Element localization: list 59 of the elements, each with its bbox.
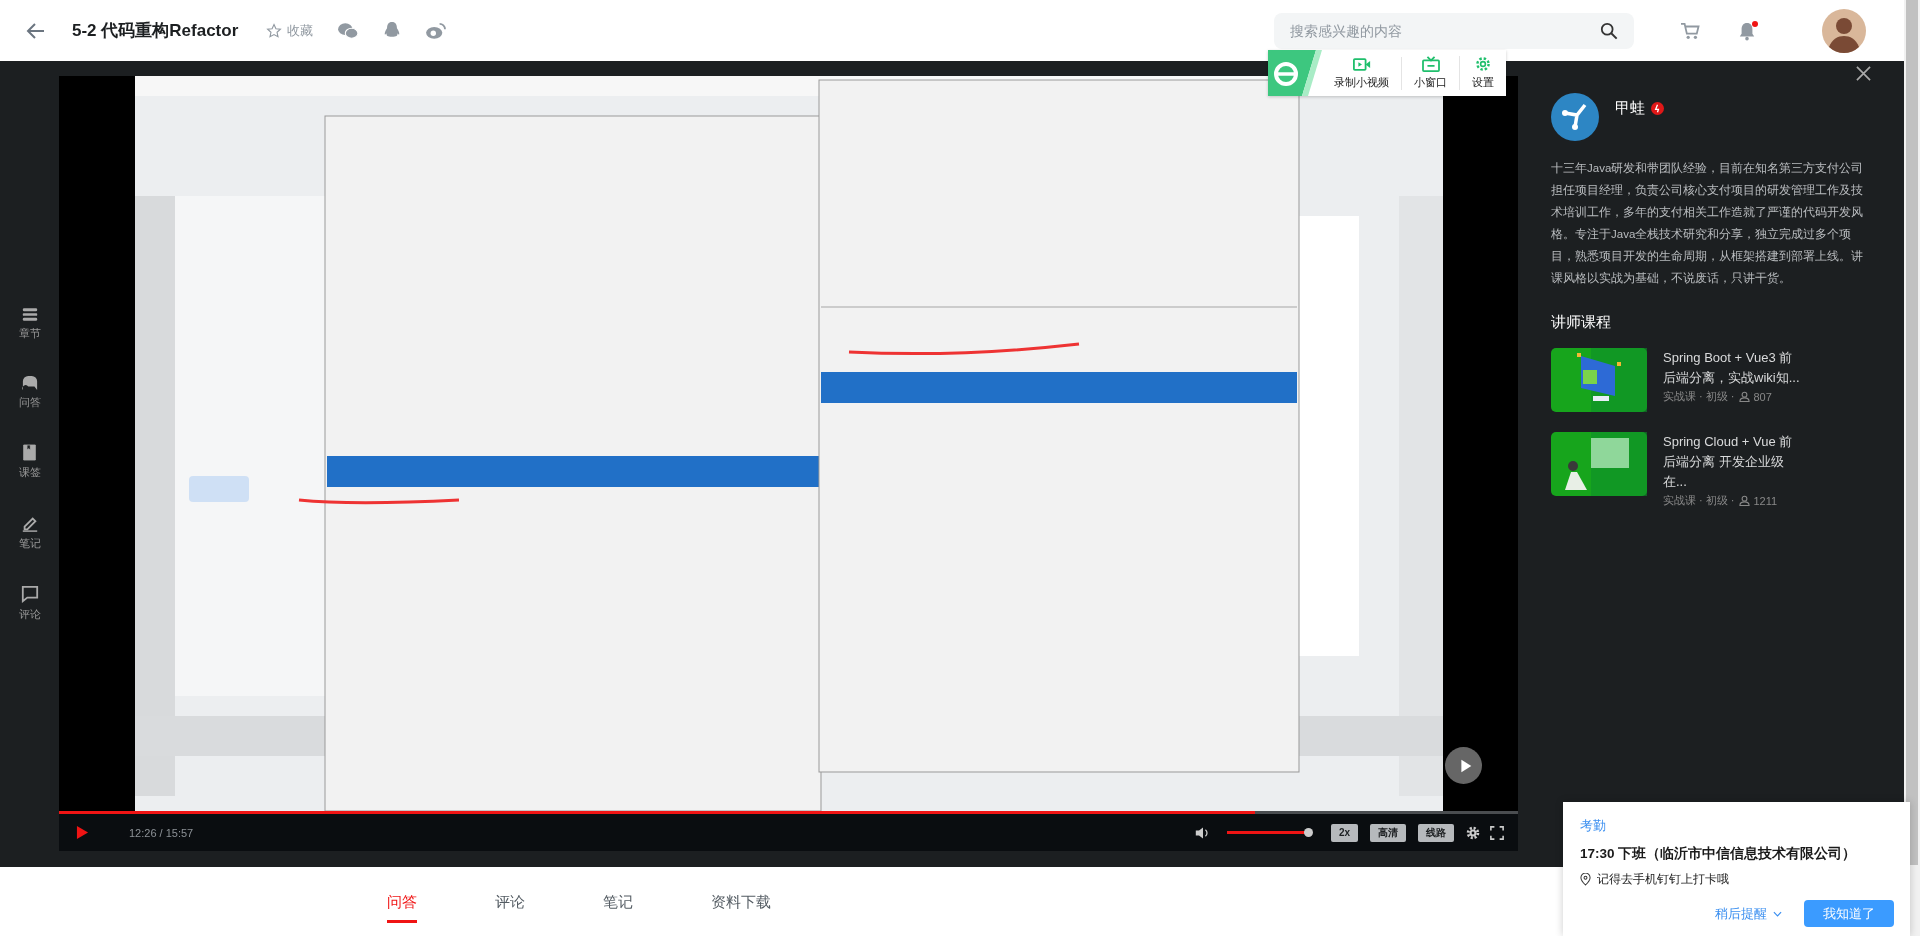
course-title[interactable]: Spring Cloud + Vue 前后端分离 开发企业级在... <box>1663 432 1803 492</box>
tv-icon <box>1421 56 1440 72</box>
teacher-bio: 十三年Java研发和带团队经验，目前在知名第三方支付公司担任项目经理，负责公司核心支付项目的研发管理工作及技术培训工作，多年的支付相关工作造就了严谨的代码开发风格。专注于Java全栈技术研究和分享，独立完成过多个项目，熟悉项目开发的生命周期，从框架搭建到部署上线。讲课风格以实战为基础，不说废话，只讲干货。 <box>1551 161 1865 286</box>
notification-title: 17:30 下班（临沂市中信信息技术有限公司） <box>1580 845 1858 863</box>
toolbar-button[interactable]: 小窗口 <box>1402 56 1460 90</box>
back-icon[interactable] <box>26 20 46 41</box>
bookmark-icon <box>22 444 37 461</box>
sidebar-item[interactable]: 章节 <box>18 307 41 341</box>
location-pin-icon <box>1580 873 1591 886</box>
student-count: 1211 <box>1753 494 1778 507</box>
cart-icon[interactable] <box>1680 21 1700 40</box>
user-avatar[interactable] <box>1822 8 1866 53</box>
lesson-title: 5-2 代码重构Refactor <box>72 20 239 42</box>
notification-category: 考勤 <box>1580 817 1607 835</box>
sidebar-item[interactable]: 笔记 <box>18 514 41 551</box>
pencil-icon <box>20 514 39 532</box>
toolbar-button[interactable]: 录制小视频 <box>1322 56 1402 90</box>
notification-message: 记得去手机钉钉上打卡哦 <box>1597 871 1729 888</box>
settings-icon[interactable] <box>1466 825 1480 840</box>
video-camera-icon <box>1352 56 1371 72</box>
person-icon <box>1738 391 1750 402</box>
scrollbar-thumb[interactable] <box>1906 0 1918 865</box>
player-option-button[interactable]: 高清 <box>1370 823 1406 842</box>
chat-bubbles-icon[interactable] <box>337 21 360 40</box>
section-heading: 讲师课程 <box>1551 313 1612 332</box>
star-icon <box>266 22 283 39</box>
list-icon <box>20 307 39 322</box>
student-count: 807 <box>1753 390 1772 403</box>
speech-bubble-icon <box>20 375 39 391</box>
snooze-button[interactable]: 稍后提醒 <box>1715 904 1767 923</box>
chevron-down-icon[interactable] <box>1773 910 1782 917</box>
course-meta: 实战课 · 初级 · <box>1663 493 1735 508</box>
badge-icon <box>1651 102 1664 115</box>
tab[interactable]: 评论 <box>495 884 525 923</box>
sidebar-item[interactable]: 课签 <box>18 444 41 480</box>
playback-time: 12:26 / 15:57 <box>129 826 194 839</box>
person-icon <box>1738 495 1750 506</box>
close-icon[interactable] <box>1856 66 1871 81</box>
tab[interactable]: 资料下载 <box>711 884 771 923</box>
eye-icon[interactable] <box>425 21 448 40</box>
comment-icon <box>20 585 39 603</box>
teacher-name: 甲蛙 <box>1615 99 1645 118</box>
toolbar-button[interactable]: 设置 <box>1460 56 1506 90</box>
player-option-button[interactable]: 线路 <box>1418 823 1454 842</box>
course-title[interactable]: Spring Boot + Vue3 前后端分离，实战wiki知... <box>1663 348 1803 388</box>
player-option-button[interactable]: 2x <box>1330 823 1358 842</box>
settings-icon <box>1475 56 1491 72</box>
bell-icon[interactable] <box>1738 20 1756 41</box>
tab[interactable]: 笔记 <box>603 884 633 923</box>
tab[interactable]: 问答 <box>387 884 417 923</box>
course-meta: 实战课 · 初级 · <box>1663 389 1735 404</box>
play-icon[interactable] <box>76 825 89 840</box>
search-icon[interactable] <box>1600 21 1618 40</box>
search-field[interactable]: 搜索感兴趣的内容 <box>1274 12 1634 49</box>
volume-icon[interactable] <box>1194 825 1211 840</box>
teacher-avatar <box>1551 93 1599 141</box>
sidebar-item[interactable]: 评论 <box>18 585 41 622</box>
fullscreen-icon[interactable] <box>1490 825 1504 840</box>
sidebar-item[interactable]: 问答 <box>18 375 41 410</box>
